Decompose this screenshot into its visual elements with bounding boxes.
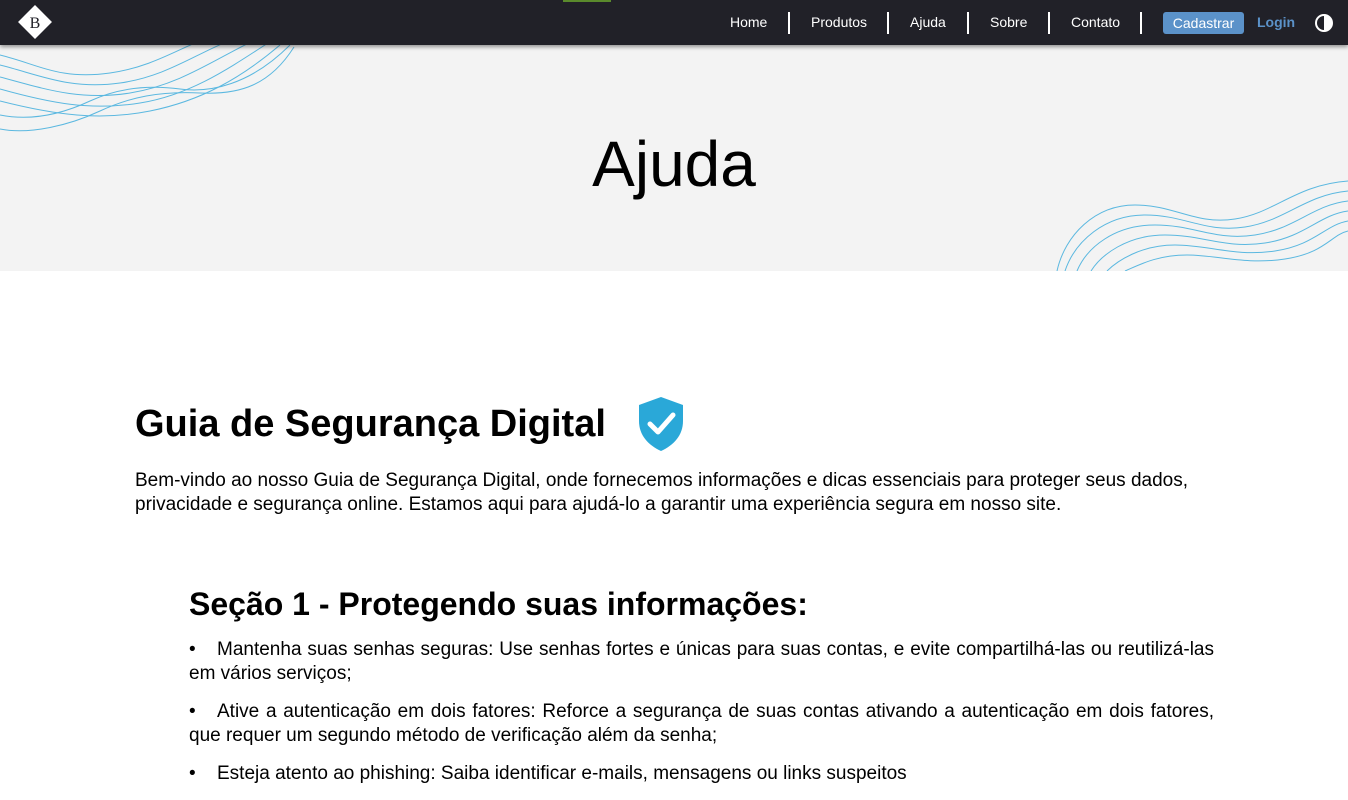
tip-text: Ative a autenticação em dois fatores: Re… [189, 701, 1214, 746]
tip-text: Esteja atento ao phishing: Saiba identif… [217, 763, 907, 784]
contrast-toggle-icon[interactable] [1314, 13, 1334, 33]
hero-banner: Ajuda [0, 45, 1348, 271]
shield-check-icon [638, 397, 683, 451]
nav-divider [967, 12, 969, 34]
bullet-icon: • [189, 639, 196, 660]
list-item: • Esteja atento ao phishing: Saiba identi… [189, 762, 1214, 786]
nav-divider [887, 12, 889, 34]
page-title: Ajuda [592, 128, 756, 200]
section-title: Seção 1 - Protegendo suas informações: [189, 586, 808, 622]
guide-title: Guia de Segurança Digital [135, 403, 606, 445]
nav-link-produtos[interactable]: Produtos [811, 0, 867, 45]
tip-text: Mantenha suas senhas seguras: Use senhas… [189, 639, 1214, 684]
guide-intro: Bem-vindo ao nosso Guia de Segurança Dig… [135, 470, 1188, 515]
logo-letter: B [30, 15, 41, 32]
nav-divider [1140, 12, 1142, 34]
cadastrar-button[interactable]: Cadastrar [1163, 12, 1244, 34]
nav-link-home[interactable]: Home [730, 0, 767, 45]
login-link[interactable]: Login [1257, 0, 1295, 45]
navbar: B Home Produtos Ajuda Sobre Contato Cada… [0, 0, 1348, 45]
tips-list: • Mantenha suas senhas seguras: Use senha… [189, 638, 1214, 786]
logo-icon[interactable]: B [17, 4, 53, 40]
nav-accent-bar [563, 0, 611, 2]
bullet-icon: • [189, 701, 196, 722]
nav-link-sobre[interactable]: Sobre [990, 0, 1027, 45]
nav-link-ajuda[interactable]: Ajuda [910, 0, 946, 45]
nav-link-contato[interactable]: Contato [1071, 0, 1120, 45]
list-item: • Mantenha suas senhas seguras: Use senha… [189, 638, 1214, 686]
bullet-icon: • [189, 763, 196, 784]
nav-divider [788, 12, 790, 34]
list-item: • Ative a autenticação em dois fatores: R… [189, 700, 1214, 748]
wave-decoration-icon [0, 45, 295, 132]
nav-divider [1048, 12, 1050, 34]
guide-header: Guia de Segurança Digital [135, 395, 1215, 453]
main-content: Guia de Segurança Digital Bem-vindo ao n… [135, 395, 1215, 517]
